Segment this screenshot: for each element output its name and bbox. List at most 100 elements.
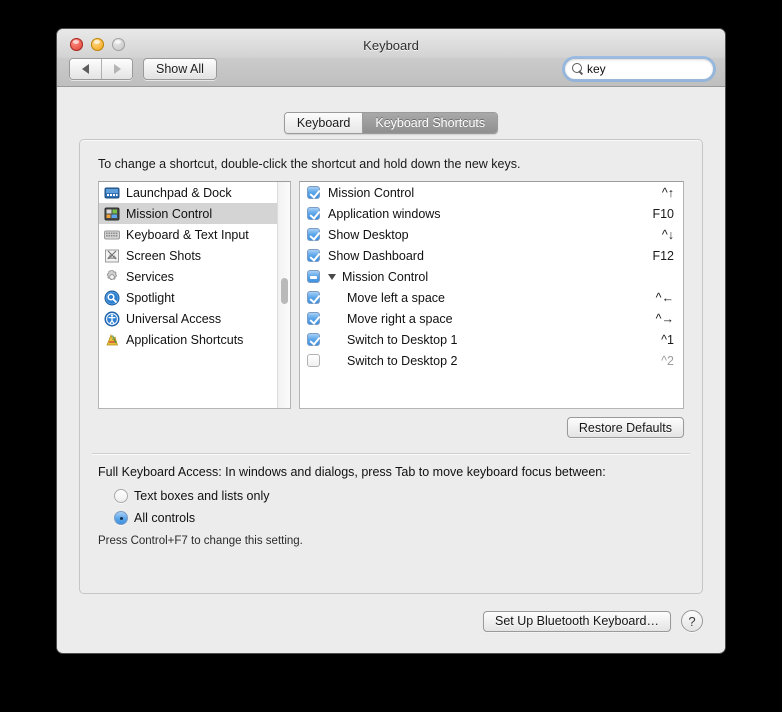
application-shortcuts-icon (104, 332, 120, 348)
checkbox-icon[interactable] (307, 249, 320, 262)
shortcut-name: Move left a space (347, 290, 445, 305)
shortcut-key[interactable]: ^← (656, 291, 674, 305)
sidebar-item-screen-shots[interactable]: Screen Shots (99, 245, 290, 266)
set-up-bluetooth-keyboard-button[interactable]: Set Up Bluetooth Keyboard… (483, 610, 671, 632)
forward-button[interactable] (101, 59, 132, 79)
group-label-text: Mission Control (342, 269, 429, 284)
footer-bar: Set Up Bluetooth Keyboard… ? (483, 610, 703, 632)
table-row[interactable]: Show Dashboard F12 (300, 245, 683, 266)
category-list[interactable]: Launchpad & Dock Mission Control Keyboar… (98, 181, 291, 409)
section-divider (92, 453, 690, 454)
sidebar-item-spotlight[interactable]: Spotlight (99, 287, 290, 308)
shortcut-key[interactable]: ^2 (661, 354, 674, 368)
radio-icon[interactable] (114, 489, 128, 503)
sidebar-item-label: Universal Access (126, 311, 222, 326)
sidebar-item-application-shortcuts[interactable]: Application Shortcuts (99, 329, 290, 350)
shortcut-key[interactable]: F12 (652, 249, 674, 263)
back-button[interactable] (70, 59, 101, 79)
window-title: Keyboard (363, 38, 419, 53)
full-keyboard-access-note: Press Control+F7 to change this setting. (98, 535, 303, 547)
radio-icon-selected[interactable] (114, 511, 128, 525)
shortcut-key[interactable]: ^↓ (662, 228, 674, 242)
sidebar-item-services[interactable]: Services (99, 266, 290, 287)
show-all-button[interactable]: Show All (143, 58, 217, 80)
universal-access-icon (104, 311, 120, 327)
radio-text-boxes-and-lists[interactable]: Text boxes and lists only (114, 489, 270, 503)
sidebar-item-label: Spotlight (126, 290, 175, 305)
sidebar-item-universal-access[interactable]: Universal Access (99, 308, 290, 329)
services-gear-icon (104, 269, 120, 285)
content-panel: To change a shortcut, double-click the s… (79, 139, 703, 594)
sidebar-item-label: Launchpad & Dock (126, 185, 232, 200)
radio-label: All controls (134, 511, 196, 525)
checkbox-icon[interactable] (307, 186, 320, 199)
checkbox-icon[interactable] (307, 333, 320, 346)
restore-defaults-button[interactable]: Restore Defaults (566, 417, 684, 438)
full-keyboard-access-title: Full Keyboard Access: In windows and dia… (98, 465, 606, 479)
shortcut-name: Switch to Desktop 1 (347, 332, 458, 347)
table-row[interactable]: Mission Control ^↑ (300, 182, 683, 203)
screen-shots-icon (104, 248, 120, 264)
checkbox-icon[interactable] (307, 354, 320, 367)
restore-defaults-wrapper: Restore Defaults (566, 417, 684, 438)
instruction-text: To change a shortcut, double-click the s… (98, 157, 521, 171)
triangle-left-icon (82, 64, 89, 74)
radio-all-controls[interactable]: All controls (114, 511, 195, 525)
launchpad-dock-icon (104, 185, 120, 201)
sidebar-item-launchpad-dock[interactable]: Launchpad & Dock (99, 182, 290, 203)
category-list-scrollbar[interactable] (277, 182, 290, 408)
table-row[interactable]: Application windows F10 (300, 203, 683, 224)
sidebar-item-mission-control[interactable]: Mission Control (99, 203, 290, 224)
shortcut-name: Mission Control (328, 185, 415, 200)
table-row[interactable]: Move left a space ^← (300, 287, 683, 308)
scrollbar-thumb[interactable] (281, 278, 288, 304)
tab-group: Keyboard Keyboard Shortcuts (283, 112, 499, 134)
radio-label: Text boxes and lists only (134, 489, 270, 503)
shortcut-key[interactable]: F10 (652, 207, 674, 221)
shortcut-key[interactable]: ^1 (661, 333, 674, 347)
window-body: Keyboard Keyboard Shortcuts To change a … (57, 87, 725, 652)
sidebar-item-label: Keyboard & Text Input (126, 227, 249, 242)
sidebar-item-label: Mission Control (126, 206, 213, 221)
checkbox-icon[interactable] (307, 228, 320, 241)
chevron-down-icon[interactable] (328, 273, 336, 280)
search-field[interactable] (564, 58, 725, 80)
shortcut-key[interactable]: ^→ (656, 312, 674, 326)
mission-control-icon (104, 206, 120, 222)
shortcut-name: Show Dashboard (328, 248, 424, 263)
checkbox-icon[interactable] (307, 312, 320, 325)
keyboard-preferences-window: Keyboard Show All Keyboard Keyboard Shor (57, 29, 725, 653)
checkbox-icon[interactable] (307, 291, 320, 304)
shortcut-group-name: Mission Control (328, 270, 674, 284)
keyboard-text-input-icon (104, 227, 120, 243)
tab-keyboard-shortcuts[interactable]: Keyboard Shortcuts (362, 113, 498, 133)
sidebar-item-keyboard-text-input[interactable]: Keyboard & Text Input (99, 224, 290, 245)
shortcut-name: Application windows (328, 206, 441, 221)
back-forward-segmented-control[interactable] (69, 58, 133, 80)
table-row-group[interactable]: Mission Control (300, 266, 683, 287)
toolbar-navigation: Show All (69, 58, 217, 80)
sidebar-item-label: Application Shortcuts (126, 332, 244, 347)
table-row[interactable]: Show Desktop ^↓ (300, 224, 683, 245)
triangle-right-icon (113, 64, 121, 74)
shortcut-name: Move right a space (347, 311, 453, 326)
table-row[interactable]: Switch to Desktop 2 ^2 (300, 350, 683, 371)
tab-keyboard[interactable]: Keyboard (284, 113, 363, 133)
table-row[interactable]: Switch to Desktop 1 ^1 (300, 329, 683, 350)
search-input[interactable] (584, 62, 725, 76)
shortcut-name: Show Desktop (328, 227, 409, 242)
checkbox-mixed-icon[interactable] (307, 270, 320, 283)
sidebar-item-label: Services (126, 269, 174, 284)
spotlight-icon (104, 290, 120, 306)
table-row[interactable]: Move right a space ^→ (300, 308, 683, 329)
help-button[interactable]: ? (681, 610, 703, 632)
shortcut-lists: Launchpad & Dock Mission Control Keyboar… (98, 181, 684, 409)
window-titlebar: Keyboard Show All (57, 29, 725, 87)
shortcut-list[interactable]: Mission Control ^↑ Application windows F… (299, 181, 684, 409)
tab-bar: Keyboard Keyboard Shortcuts (57, 112, 725, 134)
shortcut-name: Switch to Desktop 2 (347, 353, 458, 368)
sidebar-item-label: Screen Shots (126, 248, 202, 263)
shortcut-key[interactable]: ^↑ (662, 186, 674, 200)
checkbox-icon[interactable] (307, 207, 320, 220)
search-icon (572, 63, 584, 75)
